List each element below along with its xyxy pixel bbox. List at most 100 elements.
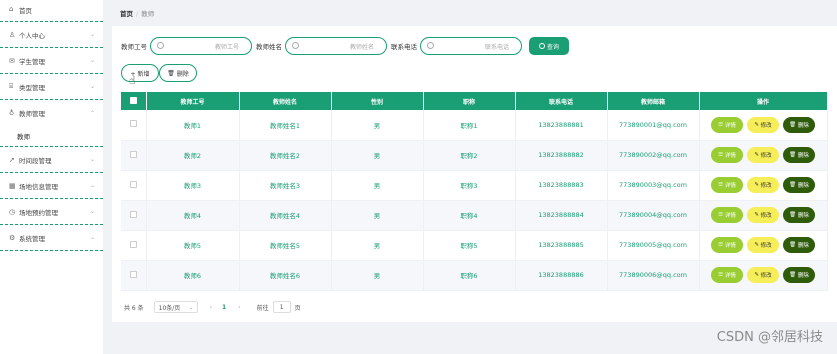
row-delete-button[interactable]: 🗑︎ 删除 xyxy=(783,177,815,193)
chevron-down-icon: ⌄ xyxy=(188,303,194,311)
sidebar-item-label: 教师管理 xyxy=(19,110,45,118)
select-all-cell[interactable] xyxy=(121,92,147,110)
row-select-cell[interactable] xyxy=(121,170,147,201)
teacher-id-input[interactable]: 教师工号 xyxy=(150,37,252,55)
table-cell: 教师姓名2 xyxy=(239,140,332,171)
row-checkbox[interactable] xyxy=(129,210,137,218)
chevron-down-icon: ⌄ xyxy=(89,234,95,241)
edit-button[interactable]: ✎ 修改 xyxy=(747,267,779,283)
page-number-current[interactable]: 1 xyxy=(222,304,226,311)
add-button[interactable]: + 新增 xyxy=(121,64,159,82)
query-button-label: 查询 xyxy=(546,43,559,51)
edit-button-label: 修改 xyxy=(760,153,772,159)
row-delete-button[interactable]: 🗑︎ 删除 xyxy=(783,267,815,283)
sidebar-item-teachers[interactable]: ♁ 教师管理 ⌃ xyxy=(0,100,103,126)
prev-page-button[interactable]: ‹ xyxy=(210,304,212,311)
sidebar-item-timeslots[interactable]: ➚ 时间段管理 ⌄ xyxy=(0,147,103,173)
edit-button[interactable]: ✎ 修改 xyxy=(747,177,779,193)
page-size-select[interactable]: 10条/页 ⌄ xyxy=(153,301,198,313)
search-icon xyxy=(427,42,434,49)
detail-button[interactable]: ☰ 详情 xyxy=(711,116,743,133)
edit-button[interactable]: ✎ 修改 xyxy=(747,116,779,133)
row-delete-button[interactable]: 🗑︎ 删除 xyxy=(783,116,815,133)
row-checkbox[interactable] xyxy=(129,150,137,158)
sidebar-item-students[interactable]: ✉ 学生管理 ⌄ xyxy=(0,48,103,74)
chevron-up-icon: ⌃ xyxy=(89,109,95,117)
row-actions: ☰ 详情 ✎ 修改 🗑︎ 删除 xyxy=(699,170,828,201)
row-delete-button[interactable]: 🗑︎ 删除 xyxy=(783,237,815,253)
row-select-cell[interactable] xyxy=(121,260,147,291)
row-actions: ☰ 详情 ✎ 修改 🗑︎ 删除 xyxy=(699,200,828,231)
content-panel: 教师工号 教师工号 教师姓名 教师姓名 联系电话 联系电话 查询 + 新增 🗑︎… xyxy=(112,26,837,322)
sidebar-item-reservations[interactable]: ◷ 场地预约管理 ⌄ xyxy=(0,199,103,225)
trash-icon: 🗑︎ xyxy=(167,69,175,77)
query-button[interactable]: 查询 xyxy=(529,37,569,55)
edit-button[interactable]: ✎ 修改 xyxy=(747,147,779,163)
search-bar: 教师工号 教师工号 教师姓名 教师姓名 联系电话 联系电话 查询 xyxy=(121,37,569,55)
table-cell: 教师2 xyxy=(146,140,240,171)
row-delete-button[interactable]: 🗑︎ 删除 xyxy=(783,147,815,163)
table-row: 教师4 教师姓名4 男职称4 13823888884 773890004@qq.com ☰… xyxy=(121,200,828,231)
teacher-name-input[interactable]: 教师姓名 xyxy=(285,37,387,55)
edit-button-label: 修改 xyxy=(760,213,772,219)
teacher-id-placeholder: 教师工号 xyxy=(214,43,239,51)
teacher-table: 教师工号 教师姓名 性别 职称 联系电话 教师邮箱 操作 教师1 教师姓名1 男职称… xyxy=(121,92,828,291)
detail-button[interactable]: ☰ 详情 xyxy=(711,267,743,283)
row-select-cell[interactable] xyxy=(121,230,147,261)
edit-button-label: 修改 xyxy=(760,183,772,189)
row-delete-button[interactable]: 🗑︎ 删除 xyxy=(783,207,815,223)
column-header: 教师邮箱 xyxy=(607,92,700,110)
column-header: 操作 xyxy=(699,92,828,110)
table-cell: 13823888885 xyxy=(515,230,608,261)
goto-page-input[interactable]: 1 xyxy=(272,301,291,313)
table-cell: 教师姓名6 xyxy=(239,260,332,291)
table-cell: 教师姓名3 xyxy=(239,170,332,201)
table-cell: 教师5 xyxy=(146,230,240,261)
sidebar-item-label: 系统管理 xyxy=(19,234,45,243)
edit-button-label: 修改 xyxy=(760,273,772,279)
phone-placeholder: 联系电话 xyxy=(484,43,509,51)
next-page-button[interactable]: › xyxy=(238,304,240,311)
sidebar-item-profile[interactable]: ♙ 个人中心 ⌄ xyxy=(0,22,103,48)
detail-button[interactable]: ☰ 详情 xyxy=(711,207,743,223)
sidebar-item-venues[interactable]: ▦ 场地信息管理 ⌄ xyxy=(0,173,103,199)
breadcrumb-home[interactable]: 首页 xyxy=(120,10,133,18)
table-cell: 教师姓名1 xyxy=(239,110,332,141)
table-cell: 13823888886 xyxy=(515,260,608,291)
chevron-down-icon: ⌄ xyxy=(89,57,95,64)
teacher-name-label: 教师姓名 xyxy=(256,43,282,51)
table-cell: 教师姓名5 xyxy=(239,230,332,261)
chevron-down-icon: ⌄ xyxy=(89,182,95,189)
row-select-cell[interactable] xyxy=(121,110,147,141)
row-checkbox[interactable] xyxy=(129,120,137,128)
detail-button[interactable]: ☰ 详情 xyxy=(711,237,743,253)
row-checkbox[interactable] xyxy=(129,240,137,248)
table-cell: 教师1 xyxy=(146,110,240,141)
delete-button-label: 删除 xyxy=(797,122,809,129)
row-checkbox[interactable] xyxy=(129,180,137,188)
watermark: CSDN @邻居科技 xyxy=(716,330,823,345)
gear-icon: ⚙ xyxy=(9,233,16,242)
detail-icon: ☰ xyxy=(718,272,724,278)
select-all-checkbox[interactable] xyxy=(129,96,137,104)
column-header: 性别 xyxy=(331,92,424,110)
sidebar-item-system[interactable]: ⚙ 系统管理 ⌄ xyxy=(0,225,103,251)
sidebar-item-home[interactable]: ⌂ 首页 xyxy=(0,0,103,22)
table-header: 教师工号 教师姓名 性别 职称 联系电话 教师邮箱 操作 xyxy=(121,92,828,110)
sidebar-subitem-teacher[interactable]: 教师 xyxy=(0,126,103,147)
table-cell: 职称4 xyxy=(423,200,516,231)
sidebar-item-types[interactable]: ⌸ 类型管理 ⌄ xyxy=(0,74,103,100)
trash-icon: 🗑︎ xyxy=(789,152,797,158)
row-checkbox[interactable] xyxy=(129,270,137,278)
row-select-cell[interactable] xyxy=(121,200,147,231)
detail-button[interactable]: ☰ 详情 xyxy=(711,177,743,193)
table-cell: 男 xyxy=(331,140,424,171)
phone-input[interactable]: 联系电话 xyxy=(420,37,522,55)
detail-button[interactable]: ☰ 详情 xyxy=(711,147,743,163)
breadcrumb-separator: / xyxy=(136,10,139,18)
delete-button[interactable]: 🗑︎ 删除 xyxy=(159,64,197,82)
row-select-cell[interactable] xyxy=(121,140,147,171)
edit-button[interactable]: ✎ 修改 xyxy=(747,237,779,253)
edit-button[interactable]: ✎ 修改 xyxy=(747,207,779,223)
edit-icon: ✎ xyxy=(754,182,759,188)
